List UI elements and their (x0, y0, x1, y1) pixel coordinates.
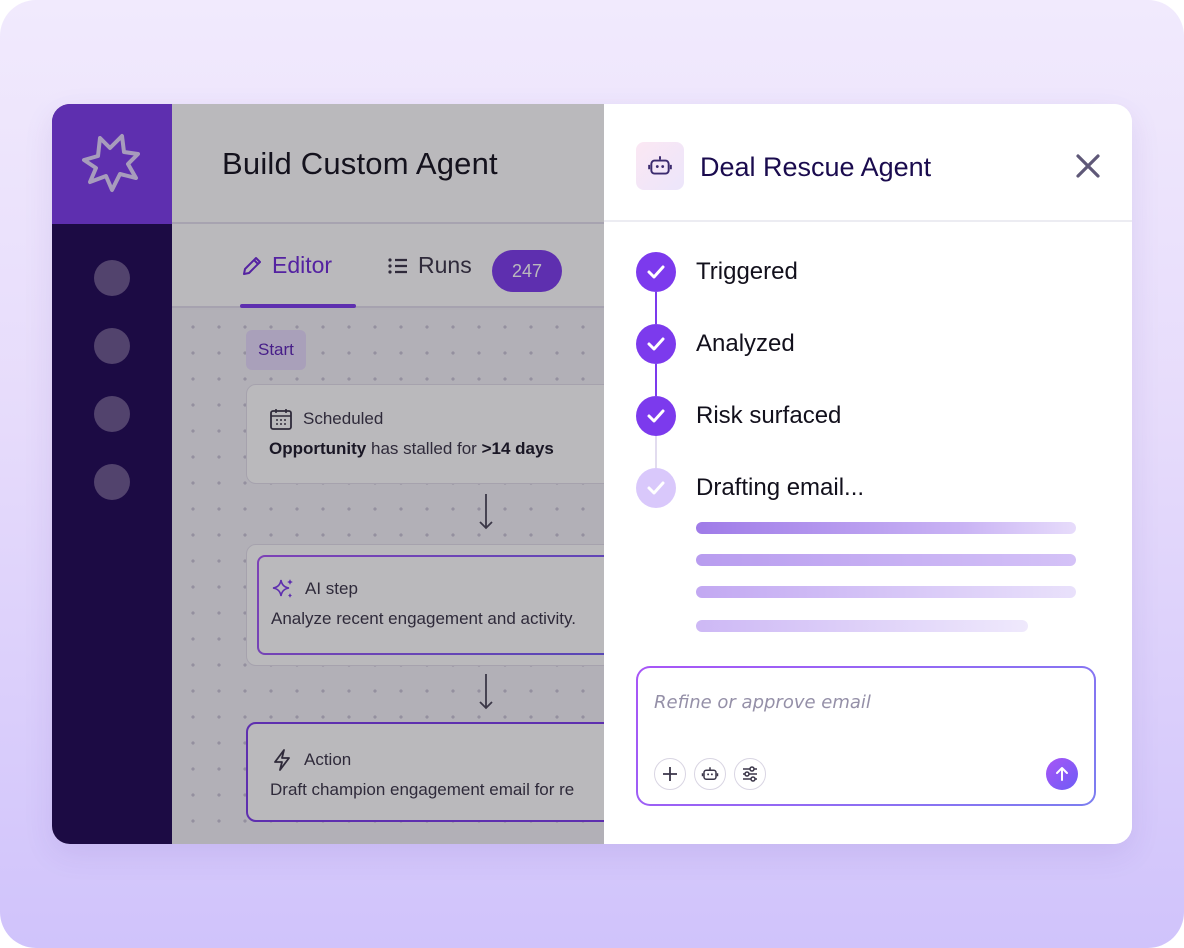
drawer-title: Deal Rescue Agent (700, 152, 932, 182)
agent-drawer: Deal Rescue Agent Triggered Analyzed Ris… (604, 104, 1132, 844)
send-button[interactable] (1046, 758, 1078, 790)
close-icon (1076, 154, 1100, 178)
sliders-icon (743, 766, 757, 782)
plus-icon (663, 767, 677, 781)
step-item: Risk surfaced (636, 396, 841, 436)
drawer-header: Deal Rescue Agent (604, 104, 1132, 222)
agent-avatar (636, 142, 684, 190)
add-button[interactable] (654, 758, 686, 790)
modal-backdrop[interactable] (52, 104, 604, 844)
close-button[interactable] (1070, 148, 1106, 184)
step-label: Risk surfaced (696, 402, 842, 429)
checkmark-icon (647, 337, 665, 351)
agent-button[interactable] (694, 758, 726, 790)
step-connector (655, 292, 657, 324)
step-label: Triggered (696, 258, 798, 285)
skeleton-line (696, 522, 1076, 534)
app-window: Build Custom Agent Editor Runs 247 Start… (52, 104, 1132, 844)
step-pending-badge (636, 468, 676, 508)
checkmark-icon (647, 481, 665, 495)
robot-icon (701, 767, 719, 780)
step-complete-badge (636, 252, 676, 292)
checkmark-icon (647, 409, 665, 423)
step-complete-badge (636, 396, 676, 436)
step-connector (655, 364, 657, 396)
step-complete-badge (636, 324, 676, 364)
composer (636, 666, 1096, 806)
robot-icon (648, 156, 672, 175)
settings-button[interactable] (734, 758, 766, 790)
checkmark-icon (647, 265, 665, 279)
composer-box (638, 668, 1094, 804)
step-item: Analyzed (636, 324, 795, 364)
step-item: Drafting email... (636, 468, 864, 508)
step-label: Analyzed (696, 330, 795, 357)
skeleton-line (696, 586, 1076, 598)
step-label: Drafting email... (696, 474, 865, 501)
skeleton-line (696, 554, 1076, 566)
refine-email-input[interactable] (654, 692, 1074, 713)
background-frame: Build Custom Agent Editor Runs 247 Start… (0, 0, 1184, 948)
step-item: Triggered (636, 252, 798, 292)
skeleton-line (696, 620, 1028, 632)
step-connector (655, 436, 657, 468)
arrow-up-icon (1056, 767, 1068, 781)
